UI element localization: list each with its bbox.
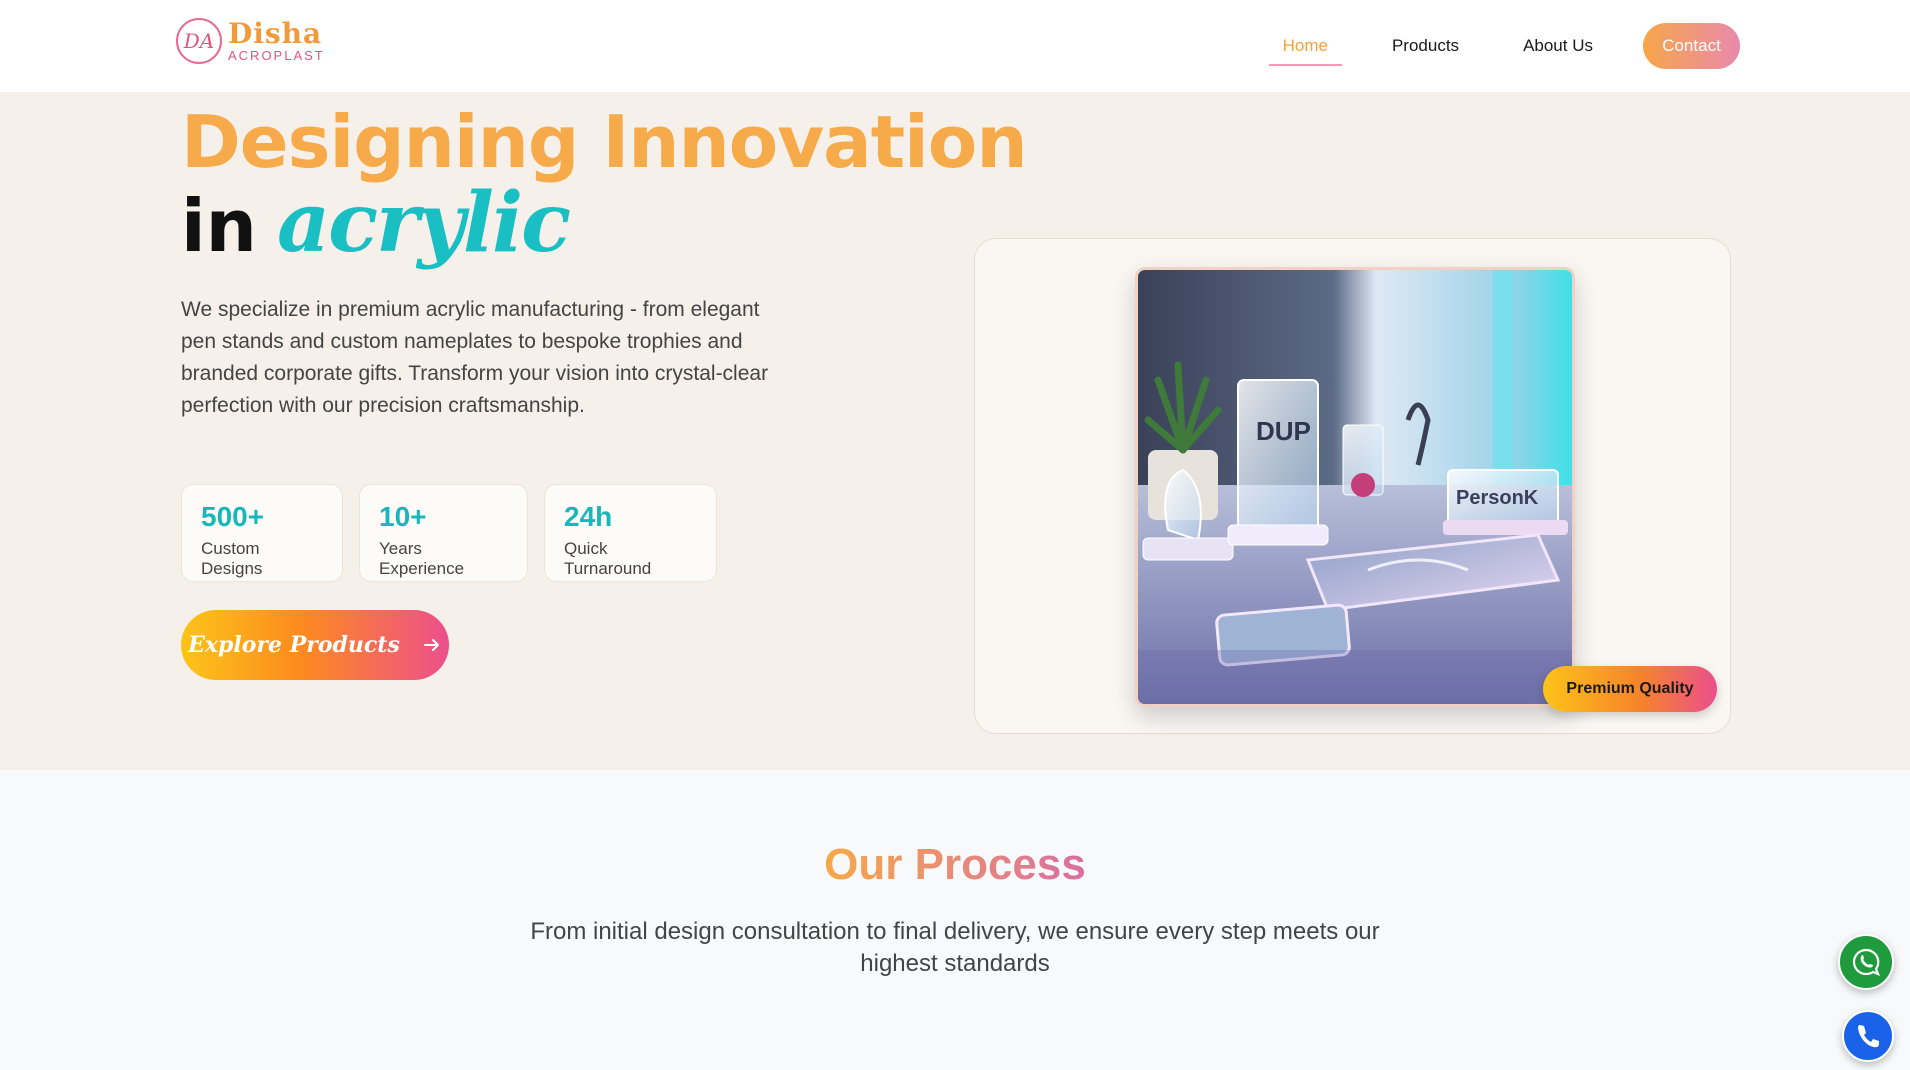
nav-about-link[interactable]: About Us [1509, 24, 1607, 68]
whatsapp-icon [1852, 948, 1880, 976]
hero-section: Designing Innovation in acrylic We speci… [0, 92, 1910, 770]
stat-card-experience: 10+ Years Experience [359, 484, 528, 582]
acrylic-products-illustration: DUP PersonK [1138, 270, 1572, 704]
nameplate-text: PersonK [1456, 487, 1539, 509]
phone-call-button[interactable] [1842, 1010, 1894, 1062]
hero-description: We specialize in premium acrylic manufac… [181, 298, 769, 417]
stat-label: Quick Turnaround [564, 539, 652, 578]
brand-logo[interactable]: DA Disha ACROPLAST [176, 18, 325, 64]
arrow-right-icon [423, 639, 439, 651]
logo-subtitle: ACROPLAST [228, 48, 325, 63]
hero-product-image: DUP PersonK [1135, 267, 1575, 707]
explore-products-label: Explore Products [188, 632, 400, 658]
process-section: Our Process From initial design consulta… [0, 770, 1910, 1070]
contact-button[interactable]: Contact [1643, 23, 1740, 69]
process-description: From initial design consultation to fina… [530, 918, 1380, 977]
logo-name: Disha [228, 17, 323, 50]
stats-row: 500+ Custom Designs 10+ Years Experience… [181, 484, 733, 582]
premium-quality-badge: Premium Quality [1543, 666, 1717, 712]
hero-title-in: in [181, 184, 257, 268]
hero-image-card: DUP PersonK Premium Quality [974, 238, 1731, 734]
explore-products-button[interactable]: Explore Products [181, 610, 449, 680]
stat-card-designs: 500+ Custom Designs [181, 484, 343, 582]
stat-value: 10+ [379, 501, 427, 532]
main-nav: Home Products About Us Contact [1233, 23, 1740, 69]
whatsapp-button[interactable] [1838, 934, 1894, 990]
stat-value: 500+ [201, 501, 265, 532]
stat-label: Custom Designs [201, 539, 263, 578]
stat-label: Years Experience [379, 539, 465, 578]
hero-title-line2: in acrylic [181, 182, 1027, 264]
hero-title-acrylic: acrylic [276, 175, 571, 271]
process-title-text: Our Process [824, 840, 1086, 889]
hero-title-line1: Designing Innovation [181, 100, 1028, 184]
nav-products-link[interactable]: Products [1378, 24, 1473, 68]
hero-title: Designing Innovation in acrylic [181, 100, 1028, 264]
plaque-text: DUP [1256, 416, 1311, 446]
logo-mark-icon: DA [176, 18, 222, 64]
phone-icon [1858, 1025, 1879, 1048]
nav-home-link[interactable]: Home [1268, 24, 1343, 68]
stat-card-turnaround: 24h Quick Turnaround [544, 484, 717, 582]
logo-wordmark: Disha ACROPLAST [228, 17, 325, 63]
process-title: Our Process [0, 840, 1910, 890]
stat-value: 24h [564, 501, 613, 532]
site-header: DA Disha ACROPLAST Home Products About U… [0, 0, 1910, 92]
